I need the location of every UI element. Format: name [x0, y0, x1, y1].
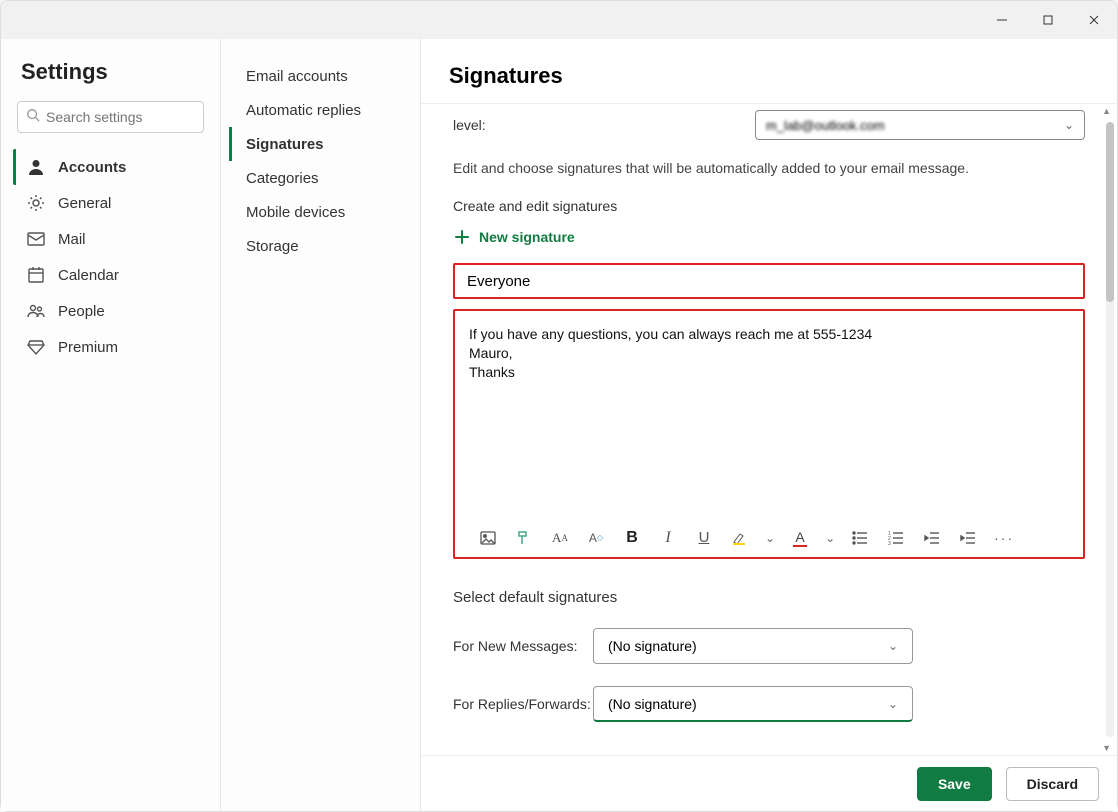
highlight-color-button[interactable] — [729, 527, 751, 549]
person-icon — [26, 157, 46, 177]
people-icon — [26, 301, 46, 321]
sidebar-item-label: Calendar — [58, 267, 119, 284]
insert-image-icon[interactable] — [477, 527, 499, 549]
scroll-down-arrow[interactable]: ▼ — [1102, 743, 1111, 753]
subnav-label: Email accounts — [246, 68, 348, 85]
highlight-chevron-icon[interactable]: ⌄ — [765, 531, 775, 545]
italic-button[interactable]: I — [657, 527, 679, 549]
sidebar-item-label: Mail — [58, 231, 86, 248]
font-color-chevron-icon[interactable]: ⌄ — [825, 531, 835, 545]
minimize-button[interactable] — [979, 4, 1025, 36]
secondary-sidebar: Email accounts Automatic replies Signatu… — [221, 39, 421, 811]
sidebar-item-calendar[interactable]: Calendar — [13, 257, 208, 293]
svg-text:3: 3 — [888, 541, 891, 547]
subnav-label: Storage — [246, 238, 299, 255]
format-painter-icon[interactable] — [513, 527, 535, 549]
subnav-label: Categories — [246, 170, 319, 187]
settings-window: Settings Accounts General — [0, 0, 1118, 812]
number-list-icon[interactable]: 123 — [885, 527, 907, 549]
for-replies-value: (No signature) — [608, 696, 697, 712]
sidebar-item-premium[interactable]: Premium — [13, 329, 208, 365]
for-replies-select[interactable]: (No signature) ⌄ — [593, 686, 913, 722]
search-settings-box[interactable] — [17, 101, 204, 133]
maximize-button[interactable] — [1025, 4, 1071, 36]
font-color-button[interactable]: A — [789, 527, 811, 549]
pane-title: Signatures — [421, 39, 1117, 104]
subnav-label: Signatures — [246, 136, 324, 153]
new-signature-button[interactable]: New signature — [453, 228, 575, 246]
level-label: level: — [453, 117, 486, 133]
bold-button[interactable]: B — [621, 527, 643, 549]
decrease-indent-icon[interactable] — [921, 527, 943, 549]
subnav-automatic-replies[interactable]: Automatic replies — [229, 93, 412, 127]
for-new-label: For New Messages: — [453, 638, 593, 654]
signatures-description: Edit and choose signatures that will be … — [453, 160, 1085, 176]
save-label: Save — [938, 776, 971, 792]
editor-toolbar: AA A◇ B I U ⌄ A ⌄ 123 — [455, 517, 1083, 557]
subnav-signatures[interactable]: Signatures — [229, 127, 412, 161]
for-new-messages-select[interactable]: (No signature) ⌄ — [593, 628, 913, 664]
diamond-icon — [26, 337, 46, 357]
subnav-mobile-devices[interactable]: Mobile devices — [229, 195, 412, 229]
sidebar-item-mail[interactable]: Mail — [13, 221, 208, 257]
account-select[interactable]: m_lab@outlook.com ⌄ — [755, 110, 1085, 140]
create-edit-heading: Create and edit signatures — [453, 198, 1085, 214]
more-options-icon[interactable]: ··· — [993, 527, 1015, 549]
font-family-icon[interactable]: AA — [549, 527, 571, 549]
discard-button[interactable]: Discard — [1006, 767, 1099, 801]
subnav-storage[interactable]: Storage — [229, 229, 412, 263]
scrollbar-thumb[interactable] — [1106, 122, 1114, 302]
sidebar-item-people[interactable]: People — [13, 293, 208, 329]
titlebar — [1, 1, 1117, 39]
signature-body-textarea[interactable]: If you have any questions, you can alway… — [455, 311, 1083, 517]
font-size-icon[interactable]: A◇ — [585, 527, 607, 549]
chevron-down-icon: ⌄ — [888, 697, 898, 711]
close-button[interactable] — [1071, 4, 1117, 36]
select-default-heading: Select default signatures — [453, 589, 1085, 606]
sidebar-item-general[interactable]: General — [13, 185, 208, 221]
plus-icon — [453, 228, 471, 246]
for-new-value: (No signature) — [608, 638, 697, 654]
settings-title: Settings — [21, 59, 208, 85]
primary-sidebar: Settings Accounts General — [1, 39, 221, 811]
bullet-list-icon[interactable] — [849, 527, 871, 549]
subnav-label: Automatic replies — [246, 102, 361, 119]
sidebar-item-label: People — [58, 303, 105, 320]
chevron-down-icon: ⌄ — [1064, 118, 1074, 132]
sidebar-item-accounts[interactable]: Accounts — [13, 149, 208, 185]
underline-button[interactable]: U — [693, 527, 715, 549]
sidebar-item-label: Accounts — [58, 159, 126, 176]
subnav-label: Mobile devices — [246, 204, 345, 221]
signature-name-input[interactable]: Everyone — [453, 263, 1085, 299]
pane-scroll-area: ▲ ▼ level: m_lab@outlook.com ⌄ Edit and … — [421, 104, 1117, 755]
content-pane: Signatures ▲ ▼ level: m_lab@outlook.com … — [421, 39, 1117, 811]
sidebar-item-label: Premium — [58, 339, 118, 356]
chevron-down-icon: ⌄ — [888, 639, 898, 653]
sidebar-item-label: General — [58, 195, 111, 212]
subnav-categories[interactable]: Categories — [229, 161, 412, 195]
new-signature-label: New signature — [479, 229, 575, 245]
subnav-email-accounts[interactable]: Email accounts — [229, 59, 412, 93]
scroll-up-arrow[interactable]: ▲ — [1102, 106, 1111, 116]
gear-icon — [26, 193, 46, 213]
dialog-footer: Save Discard — [421, 755, 1117, 811]
signature-editor: If you have any questions, you can alway… — [453, 309, 1085, 559]
discard-label: Discard — [1027, 776, 1078, 792]
signature-name-value: Everyone — [467, 273, 530, 290]
search-input[interactable] — [46, 109, 195, 125]
search-icon — [26, 108, 40, 127]
for-replies-label: For Replies/Forwards: — [453, 696, 593, 712]
increase-indent-icon[interactable] — [957, 527, 979, 549]
save-button[interactable]: Save — [917, 767, 992, 801]
mail-icon — [26, 229, 46, 249]
calendar-icon — [26, 265, 46, 285]
account-value: m_lab@outlook.com — [766, 118, 885, 133]
